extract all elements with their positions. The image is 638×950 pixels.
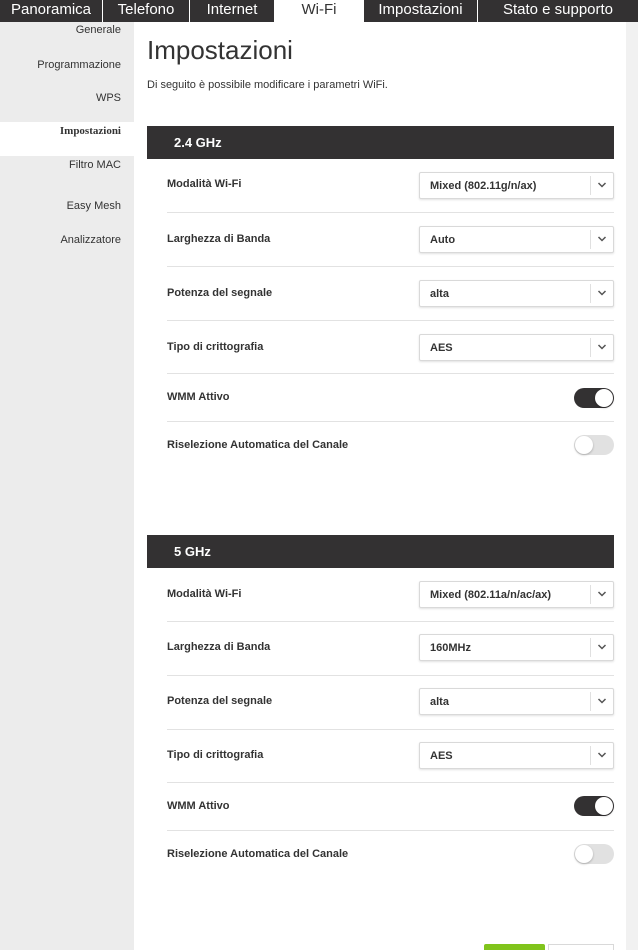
encryption-label: Tipo di crittografia <box>167 341 264 353</box>
tab-wifi[interactable]: Wi-Fi <box>275 0 364 22</box>
select-value: Auto <box>430 234 456 246</box>
wifi-mode-select-24[interactable]: Mixed (802.11g/n/ax) <box>419 172 614 199</box>
tab-impostazioni[interactable]: Impostazioni <box>364 0 478 22</box>
power-select-24[interactable]: alta <box>419 280 614 307</box>
select-divider <box>590 338 591 357</box>
sidebar-item-impostazioni[interactable]: Impostazioni <box>0 122 134 156</box>
wifi-mode-label: Modalità Wi-Fi <box>167 588 242 600</box>
settings-row-encryption-5: Tipo di crittografia AES <box>167 730 614 783</box>
toggle-knob <box>575 845 593 863</box>
chevron-down-icon <box>597 290 607 296</box>
select-divider <box>590 284 591 303</box>
encryption-select-24[interactable]: AES <box>419 334 614 361</box>
chevron-down-icon <box>597 344 607 350</box>
select-value: AES <box>430 750 453 762</box>
bandwidth-select-5[interactable]: 160MHz <box>419 634 614 661</box>
sidebar-item-programmazione[interactable]: Programmazione <box>0 59 134 75</box>
bandwidth-label: Larghezza di Banda <box>167 233 271 245</box>
encryption-label: Tipo di crittografia <box>167 749 264 761</box>
sidebar: Generale Programmazione WPS Impostazioni… <box>0 22 134 950</box>
wmm-toggle-5[interactable] <box>574 796 614 816</box>
settings-row-encryption-24: Tipo di crittografia AES <box>167 321 614 374</box>
sidebar-item-easy-mesh[interactable]: Easy Mesh <box>0 200 134 216</box>
encryption-select-5[interactable]: AES <box>419 742 614 769</box>
settings-row-bandwidth-5: Larghezza di Banda 160MHz <box>167 622 614 676</box>
toggle-knob <box>595 797 613 815</box>
settings-row-wmm-5: WMM Attivo <box>167 783 614 831</box>
select-value: AES <box>430 342 453 354</box>
select-divider <box>590 746 591 765</box>
sidebar-item-filtro-mac[interactable]: Filtro MAC <box>0 159 134 175</box>
settings-row-auto-channel-5: Riselezione Automatica del Canale <box>167 831 614 881</box>
toggle-knob <box>575 436 593 454</box>
chevron-down-icon <box>597 236 607 242</box>
select-divider <box>590 638 591 657</box>
top-nav: Panoramica Telefono Internet Wi-Fi Impos… <box>0 0 638 22</box>
wmm-label: WMM Attivo <box>167 391 230 403</box>
cancel-button[interactable] <box>548 944 614 950</box>
bandwidth-select-24[interactable]: Auto <box>419 226 614 253</box>
chevron-down-icon <box>597 182 607 188</box>
tab-telefono[interactable]: Telefono <box>103 0 190 22</box>
select-value: Mixed (802.11a/n/ac/ax) <box>430 589 552 601</box>
select-divider <box>590 230 591 249</box>
auto-channel-label: Riselezione Automatica del Canale <box>167 439 349 451</box>
wifi-mode-label: Modalità Wi-Fi <box>167 178 242 190</box>
settings-row-bandwidth-24: Larghezza di Banda Auto <box>167 213 614 267</box>
page-description: Di seguito è possibile modificare i para… <box>147 79 388 91</box>
auto-channel-toggle-24[interactable] <box>574 435 614 455</box>
chevron-down-icon <box>597 591 607 597</box>
select-divider <box>590 176 591 195</box>
save-button[interactable] <box>484 944 545 950</box>
scrollbar[interactable] <box>626 22 638 950</box>
sidebar-item-analizzatore[interactable]: Analizzatore <box>0 234 134 250</box>
select-divider <box>590 692 591 711</box>
chevron-down-icon <box>597 698 607 704</box>
wmm-toggle-24[interactable] <box>574 388 614 408</box>
chevron-down-icon <box>597 644 607 650</box>
select-divider <box>590 585 591 604</box>
select-value: alta <box>430 696 449 708</box>
select-value: Mixed (802.11g/n/ax) <box>430 180 537 192</box>
power-select-5[interactable]: alta <box>419 688 614 715</box>
wmm-label: WMM Attivo <box>167 800 230 812</box>
section-header-2-4ghz: 2.4 GHz <box>147 126 614 159</box>
settings-row-wmm-24: WMM Attivo <box>167 374 614 422</box>
chevron-down-icon <box>597 752 607 758</box>
tab-internet[interactable]: Internet <box>190 0 275 22</box>
sidebar-item-generale[interactable]: Generale <box>0 24 134 40</box>
power-label: Potenza del segnale <box>167 287 273 299</box>
auto-channel-toggle-5[interactable] <box>574 844 614 864</box>
select-value: 160MHz <box>430 642 471 654</box>
settings-row-power-5: Potenza del segnale alta <box>167 676 614 730</box>
main-content: Impostazioni Di seguito è possibile modi… <box>134 22 626 950</box>
page-title: Impostazioni <box>147 35 293 65</box>
section-header-5ghz: 5 GHz <box>147 535 614 568</box>
wifi-mode-select-5[interactable]: Mixed (802.11a/n/ac/ax) <box>419 581 614 608</box>
settings-row-auto-channel-24: Riselezione Automatica del Canale <box>167 422 614 472</box>
settings-row-wifi-mode-24: Modalità Wi-Fi Mixed (802.11g/n/ax) <box>167 159 614 213</box>
settings-row-power-24: Potenza del segnale alta <box>167 267 614 321</box>
toggle-knob <box>595 389 613 407</box>
tab-panoramica[interactable]: Panoramica <box>0 0 103 22</box>
settings-row-wifi-mode-5: Modalità Wi-Fi Mixed (802.11a/n/ac/ax) <box>167 568 614 622</box>
tab-stato-e-supporto[interactable]: Stato e supporto <box>478 0 638 22</box>
auto-channel-label: Riselezione Automatica del Canale <box>167 848 349 860</box>
bandwidth-label: Larghezza di Banda <box>167 641 271 653</box>
power-label: Potenza del segnale <box>167 695 273 707</box>
sidebar-item-wps[interactable]: WPS <box>0 92 134 108</box>
select-value: alta <box>430 288 449 300</box>
